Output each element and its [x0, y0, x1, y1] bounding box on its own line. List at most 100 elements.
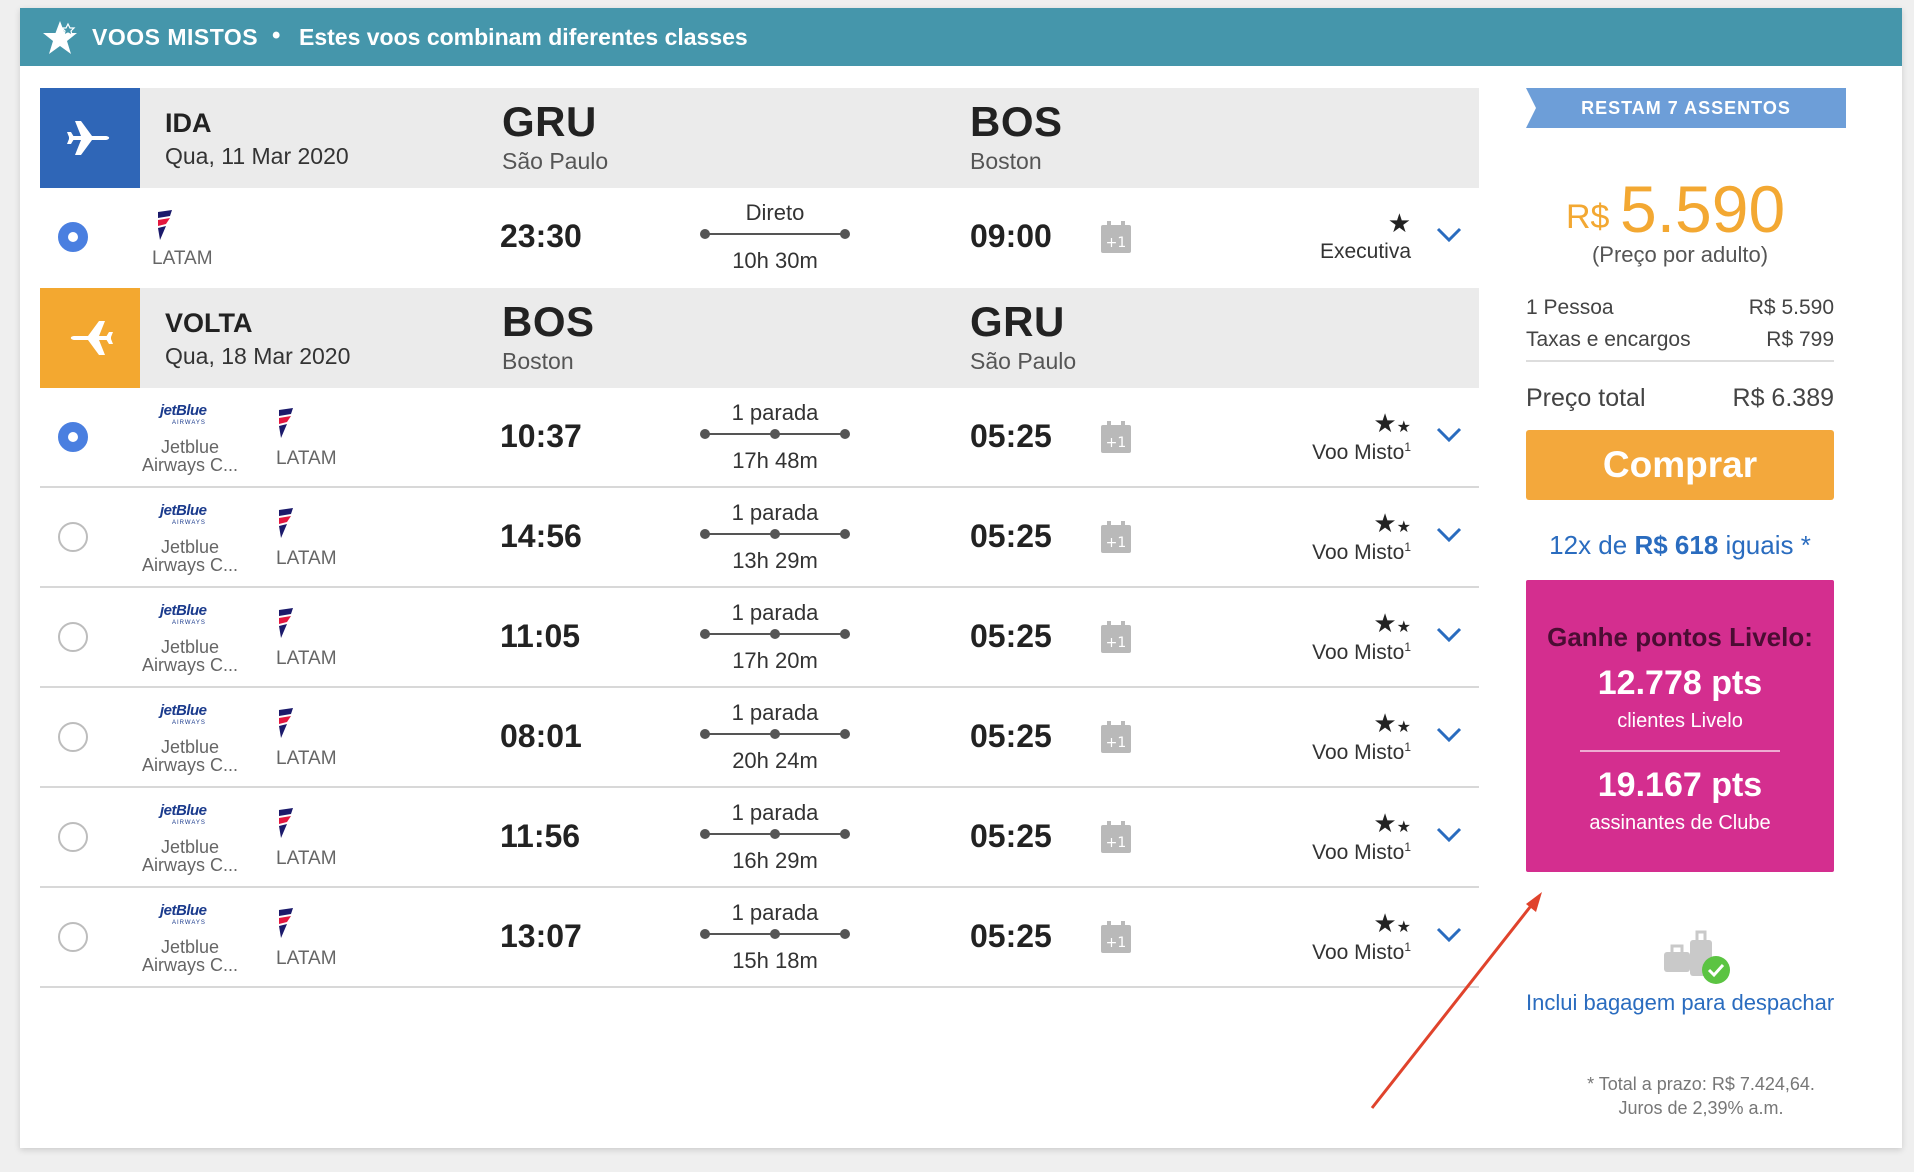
- svg-text:+1: +1: [1106, 735, 1127, 751]
- installments-value: R$ 618: [1634, 530, 1719, 560]
- return-flight-row[interactable]: jetBlue AIRWAYS Jetblue Airways C... LATAM 0…: [40, 688, 1479, 788]
- outbound-leg-header: IDA Qua, 11 Mar 2020 GRU São Paulo BOS B…: [40, 88, 1479, 188]
- livelo-heading: Ganhe pontos Livelo:: [1547, 622, 1813, 652]
- return-plane-badge: [40, 288, 140, 388]
- return-flight-row[interactable]: jetBlue AIRWAYS Jetblue Airways C... LATAM 1…: [40, 788, 1479, 888]
- mixed-stars-icon: ★★: [1373, 808, 1411, 838]
- route-dot-start: [700, 829, 710, 839]
- flight-select-radio[interactable]: [58, 222, 88, 252]
- chevron-down-icon[interactable]: [1435, 526, 1463, 544]
- baggage-included-link[interactable]: Inclui bagagem para despachar: [1526, 990, 1896, 1016]
- airline-name-secondary: LATAM: [276, 848, 337, 869]
- flight-select-radio[interactable]: [58, 422, 88, 452]
- airline-name-primary: Jetblue Airways C...: [141, 637, 238, 675]
- latam-logo-icon: [279, 408, 293, 438]
- svg-text:+1: +1: [1106, 635, 1127, 651]
- duration-label: 20h 24m: [732, 748, 818, 773]
- arrival-time: 09:00: [970, 218, 1052, 254]
- route-dot-end: [840, 929, 850, 939]
- price-line-label: 1 Pessoa: [1526, 296, 1614, 319]
- stops-label: 1 parada: [731, 500, 819, 525]
- outbound-date: Qua, 11 Mar 2020: [165, 143, 349, 169]
- latam-logo-icon: [279, 808, 293, 838]
- calendar-plus-one-icon: +1: [1101, 821, 1131, 853]
- flight-select-radio[interactable]: [58, 722, 88, 752]
- flight-select-radio[interactable]: [58, 922, 88, 952]
- duration-label: 13h 29m: [732, 548, 818, 573]
- price-divider: [1526, 360, 1834, 362]
- livelo-club-label: assinantes de Clube: [1589, 812, 1771, 834]
- calendar-plus-one-icon: +1: [1101, 921, 1131, 953]
- route-dot-start: [700, 729, 710, 739]
- flight-select-radio[interactable]: [58, 622, 88, 652]
- buy-button[interactable]: Comprar: [1526, 430, 1834, 500]
- svg-text:+1: +1: [1106, 535, 1127, 551]
- airline-name-primary: Jetblue Airways C...: [141, 737, 238, 775]
- stops-label: 1 parada: [731, 600, 819, 625]
- calendar-plus-one-icon: +1: [1101, 621, 1131, 653]
- installments-info: 12x de R$ 618 iguais *: [1526, 530, 1834, 561]
- return-flight-row[interactable]: jetBlue AIRWAYS Jetblue Airways C... LATAM 1…: [40, 588, 1479, 688]
- chevron-down-icon[interactable]: [1435, 626, 1463, 644]
- jetblue-logo-sub: AIRWAYS: [172, 720, 206, 726]
- latam-logo-icon: [279, 508, 293, 538]
- route-dot-start: [700, 629, 710, 639]
- stops-label: Direto: [745, 200, 805, 225]
- route-dot-start: [700, 429, 710, 439]
- arrival-time: 05:25: [970, 918, 1052, 954]
- departure-time: 10:37: [500, 418, 582, 454]
- annotation-arrow: [1370, 892, 1542, 1109]
- chevron-down-icon[interactable]: [1435, 726, 1463, 744]
- route-dot-stop: [770, 729, 780, 739]
- outbound-direction-label: IDA: [165, 108, 212, 138]
- mixed-flights-banner: VOOS MISTOS • Estes voos combinam difere…: [20, 8, 1902, 66]
- mixed-stars-icon: ★★: [1373, 508, 1411, 538]
- return-flight-row[interactable]: jetBlue AIRWAYS Jetblue Airways C... LATAM 1…: [40, 888, 1479, 988]
- cabin-class-label: Executiva: [1319, 240, 1411, 263]
- jetblue-logo-sub: AIRWAYS: [172, 820, 206, 826]
- chevron-down-icon[interactable]: [1435, 226, 1463, 244]
- return-dest-code: GRU: [970, 298, 1065, 345]
- return-origin-city: Boston: [502, 348, 574, 374]
- return-flight-row[interactable]: jetBlue AIRWAYS Jetblue Airways C... LATAM 1…: [40, 488, 1479, 588]
- airline-name-secondary: LATAM: [276, 548, 337, 569]
- jetblue-logo-sub: AIRWAYS: [172, 620, 206, 626]
- star-icon: ★: [1387, 208, 1411, 238]
- svg-text:+1: +1: [1106, 235, 1127, 251]
- latam-logo-icon: [279, 708, 293, 738]
- route-dot-start: [700, 229, 710, 239]
- seats-left-label: RESTAM 7 ASSENTOS: [1581, 98, 1791, 118]
- stops-label: 1 parada: [731, 700, 819, 725]
- banner-title: VOOS MISTOS: [92, 24, 259, 50]
- route-dot-stop: [770, 829, 780, 839]
- route-dot-end: [840, 529, 850, 539]
- chevron-down-icon[interactable]: [1435, 826, 1463, 844]
- departure-time: 11:05: [500, 618, 581, 654]
- installments-prefix: 12x de: [1549, 530, 1628, 560]
- return-flight-row[interactable]: jetBlue AIRWAYS Jetblue Airways C... LATAM 1…: [40, 388, 1479, 488]
- flight-select-radio[interactable]: [58, 522, 88, 552]
- airline-name: LATAM: [152, 248, 213, 269]
- arrival-time: 05:25: [970, 618, 1052, 654]
- installments-suffix: iguais *: [1725, 530, 1811, 560]
- mixed-stars-icon: ★★: [1373, 708, 1411, 738]
- mixed-stars-icon: ★★: [1373, 408, 1411, 438]
- flight-select-radio[interactable]: [58, 822, 88, 852]
- outbound-flight-row[interactable]: LATAM 23:30 Direto 10h 30m 09:00 +1 ★ Ex…: [40, 188, 1479, 288]
- airline-name-secondary: LATAM: [276, 748, 337, 769]
- price-line-value: R$ 5.590: [1748, 296, 1834, 319]
- outbound-dest-city: Boston: [970, 148, 1042, 174]
- mixed-stars-icon: ★★: [1373, 608, 1411, 638]
- cabin-class-text: Voo Misto: [1312, 741, 1405, 764]
- arrival-time: 05:25: [970, 818, 1052, 854]
- calendar-plus-one-icon: +1: [1101, 721, 1131, 753]
- jetblue-logo-sub: AIRWAYS: [172, 920, 206, 926]
- airline-name-secondary: LATAM: [276, 948, 337, 969]
- outbound-plane-badge: [40, 88, 140, 188]
- cabin-class-text: Voo Misto: [1312, 441, 1405, 464]
- departure-time: 23:30: [500, 218, 582, 254]
- svg-text:+1: +1: [1106, 435, 1127, 451]
- cabin-class-label: Voo Misto1: [1312, 540, 1411, 565]
- airline-name-primary: Jetblue Airways C...: [141, 837, 238, 875]
- chevron-down-icon[interactable]: [1435, 426, 1463, 444]
